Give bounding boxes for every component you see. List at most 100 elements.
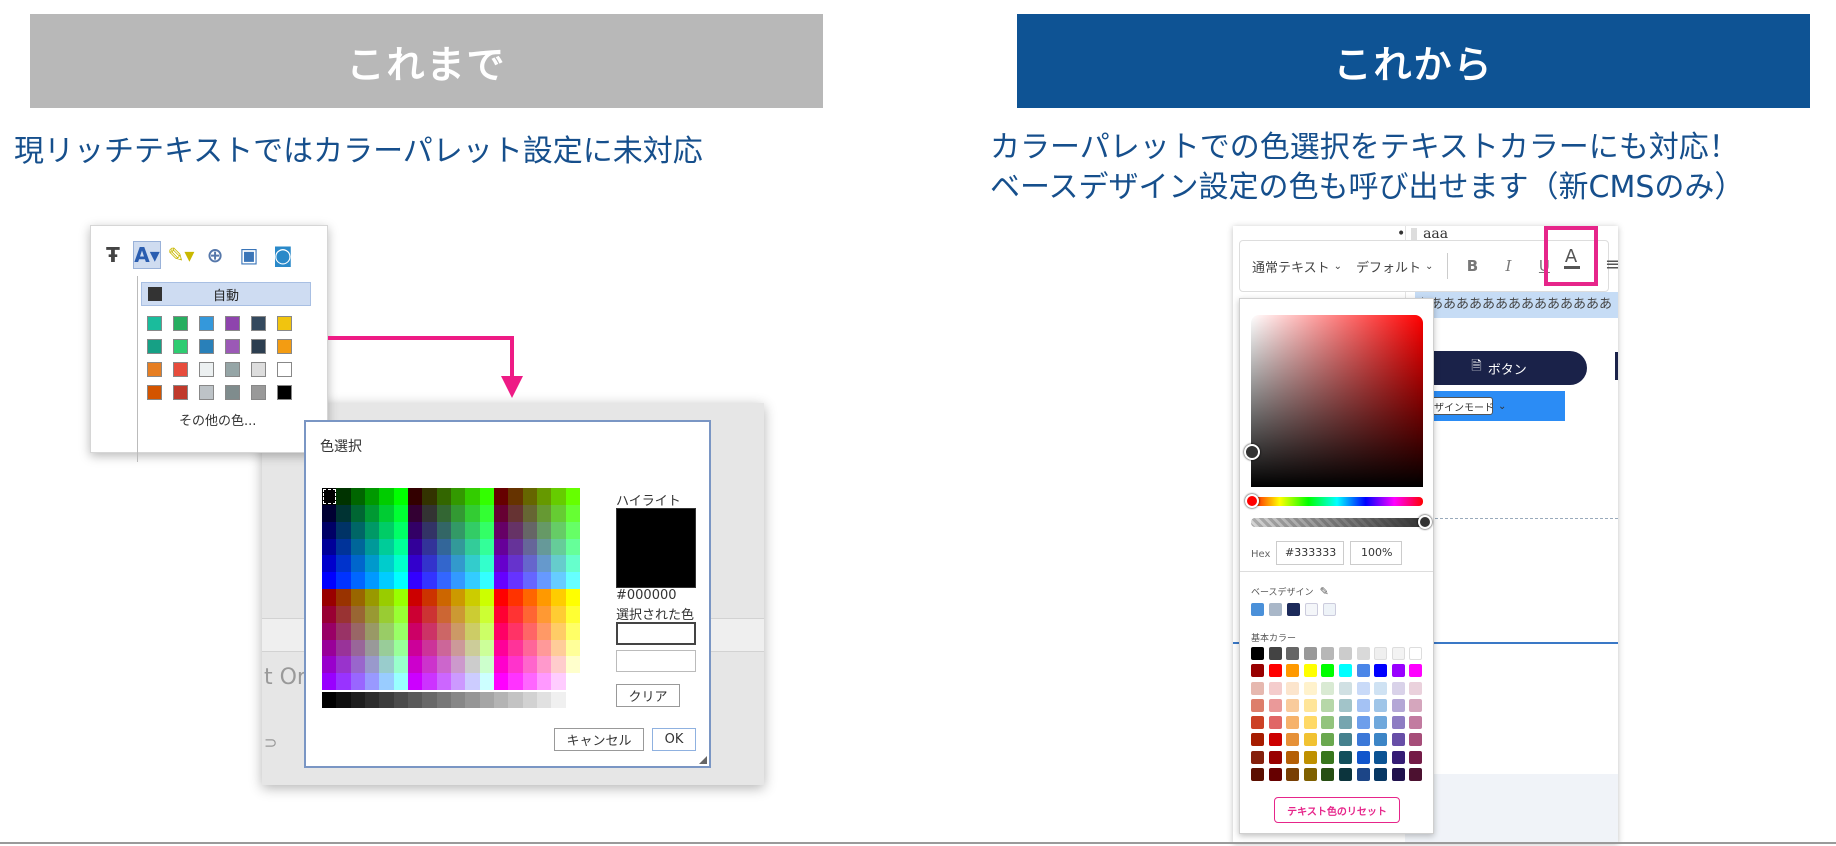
- matrix-cell[interactable]: [536, 589, 552, 606]
- matrix-cell[interactable]: [407, 488, 423, 505]
- matrix-cell[interactable]: [508, 605, 523, 623]
- basic-color-swatch[interactable]: [1374, 750, 1388, 764]
- ok-button[interactable]: OK: [652, 728, 696, 751]
- matrix-cell[interactable]: [450, 488, 466, 505]
- matrix-cell[interactable]: [379, 572, 394, 589]
- matrix-cell[interactable]: [379, 504, 394, 522]
- basic-color-swatch[interactable]: [1374, 664, 1388, 678]
- basic-color-swatch[interactable]: [1251, 698, 1264, 712]
- matrix-cell[interactable]: [422, 488, 437, 505]
- matrix-cell[interactable]: [393, 605, 408, 623]
- media-icon[interactable]: ◙: [269, 241, 297, 269]
- matrix-cell[interactable]: [364, 538, 380, 556]
- gray-cell[interactable]: [522, 692, 537, 708]
- matrix-cell[interactable]: [536, 656, 552, 674]
- hue-handle[interactable]: [1245, 494, 1259, 508]
- matrix-cell[interactable]: [493, 605, 509, 623]
- basic-color-swatch[interactable]: [1409, 681, 1423, 695]
- gray-cell[interactable]: [379, 692, 394, 708]
- pencil-icon[interactable]: ✎: [1320, 585, 1329, 598]
- matrix-cell[interactable]: [379, 605, 394, 623]
- gray-cell[interactable]: [364, 692, 380, 708]
- matrix-cell[interactable]: [565, 605, 580, 623]
- matrix-cell[interactable]: [322, 673, 337, 690]
- matrix-cell[interactable]: [565, 521, 580, 539]
- matrix-cell[interactable]: [364, 589, 380, 606]
- matrix-cell[interactable]: [436, 622, 451, 640]
- matrix-cell[interactable]: [522, 622, 537, 640]
- matrix-cell[interactable]: [565, 656, 580, 674]
- basic-color-swatch[interactable]: [1391, 664, 1405, 678]
- basic-color-swatch[interactable]: [1286, 647, 1300, 660]
- matrix-cell[interactable]: [364, 572, 380, 589]
- basic-color-swatch[interactable]: [1268, 647, 1282, 660]
- base-color-swatch[interactable]: [1305, 603, 1318, 616]
- matrix-cell[interactable]: [336, 572, 351, 589]
- matrix-cell[interactable]: [493, 639, 509, 657]
- link-icon[interactable]: ⊕: [201, 241, 229, 269]
- matrix-cell[interactable]: [436, 656, 451, 674]
- basic-color-swatch[interactable]: [1303, 733, 1317, 747]
- matrix-cell[interactable]: [479, 639, 494, 657]
- matrix-cell[interactable]: [551, 656, 566, 674]
- matrix-cell[interactable]: [350, 673, 365, 690]
- matrix-cell[interactable]: [436, 538, 451, 556]
- matrix-cell[interactable]: [336, 538, 351, 556]
- matrix-cell[interactable]: [336, 605, 351, 623]
- matrix-cell[interactable]: [551, 589, 566, 606]
- matrix-cell[interactable]: [450, 521, 466, 539]
- matrix-cell[interactable]: [322, 555, 337, 573]
- gray-cell[interactable]: [393, 692, 408, 708]
- more-colors-option[interactable]: その他の色...: [179, 410, 256, 429]
- matrix-cell[interactable]: [322, 504, 337, 522]
- basic-color-swatch[interactable]: [1251, 733, 1264, 747]
- matrix-cell[interactable]: [551, 639, 566, 657]
- matrix-cell[interactable]: [450, 555, 466, 573]
- basic-color-swatch[interactable]: [1321, 664, 1335, 678]
- matrix-cell[interactable]: [465, 538, 480, 556]
- matrix-cell[interactable]: [350, 589, 365, 606]
- basic-color-swatch[interactable]: [1338, 768, 1352, 782]
- matrix-cell[interactable]: [436, 504, 451, 522]
- old-color-swatch[interactable]: [251, 316, 266, 331]
- basic-color-swatch[interactable]: [1286, 698, 1300, 712]
- matrix-cell[interactable]: [422, 589, 437, 606]
- basic-color-swatch[interactable]: [1338, 733, 1352, 747]
- old-color-swatch[interactable]: [277, 362, 292, 377]
- matrix-cell[interactable]: [336, 656, 351, 674]
- basic-color-swatch[interactable]: [1374, 698, 1388, 712]
- matrix-cell[interactable]: [522, 673, 537, 690]
- matrix-cell[interactable]: [479, 488, 494, 505]
- basic-color-swatch[interactable]: [1251, 768, 1264, 782]
- basic-color-swatch[interactable]: [1391, 716, 1405, 730]
- text-color-button[interactable]: A: [1544, 226, 1598, 286]
- saturation-handle[interactable]: [1244, 444, 1260, 460]
- matrix-cell[interactable]: [436, 589, 451, 606]
- old-color-swatch[interactable]: [199, 339, 214, 354]
- basic-color-swatch[interactable]: [1409, 768, 1423, 782]
- old-color-swatch[interactable]: [199, 385, 214, 400]
- matrix-cell[interactable]: [422, 622, 437, 640]
- matrix-cell[interactable]: [565, 572, 580, 589]
- matrix-cell[interactable]: [322, 572, 337, 589]
- matrix-cell[interactable]: [364, 673, 380, 690]
- basic-color-swatch[interactable]: [1268, 681, 1282, 695]
- gray-cell[interactable]: [536, 692, 552, 708]
- matrix-cell[interactable]: [350, 488, 365, 505]
- matrix-cell[interactable]: [407, 504, 423, 522]
- basic-color-swatch[interactable]: [1338, 698, 1352, 712]
- basic-color-swatch[interactable]: [1268, 733, 1282, 747]
- old-color-swatch[interactable]: [225, 385, 240, 400]
- matrix-cell[interactable]: [551, 504, 566, 522]
- basic-color-swatch[interactable]: [1251, 716, 1264, 730]
- gray-cell[interactable]: [565, 692, 580, 708]
- matrix-cell[interactable]: [508, 521, 523, 539]
- auto-color-option[interactable]: 自動: [141, 282, 311, 306]
- basic-color-swatch[interactable]: [1321, 716, 1335, 730]
- matrix-cell[interactable]: [522, 605, 537, 623]
- matrix-cell[interactable]: [536, 572, 552, 589]
- matrix-cell[interactable]: [493, 656, 509, 674]
- basic-color-swatch[interactable]: [1338, 681, 1352, 695]
- matrix-cell[interactable]: [364, 605, 380, 623]
- matrix-cell[interactable]: [422, 555, 437, 573]
